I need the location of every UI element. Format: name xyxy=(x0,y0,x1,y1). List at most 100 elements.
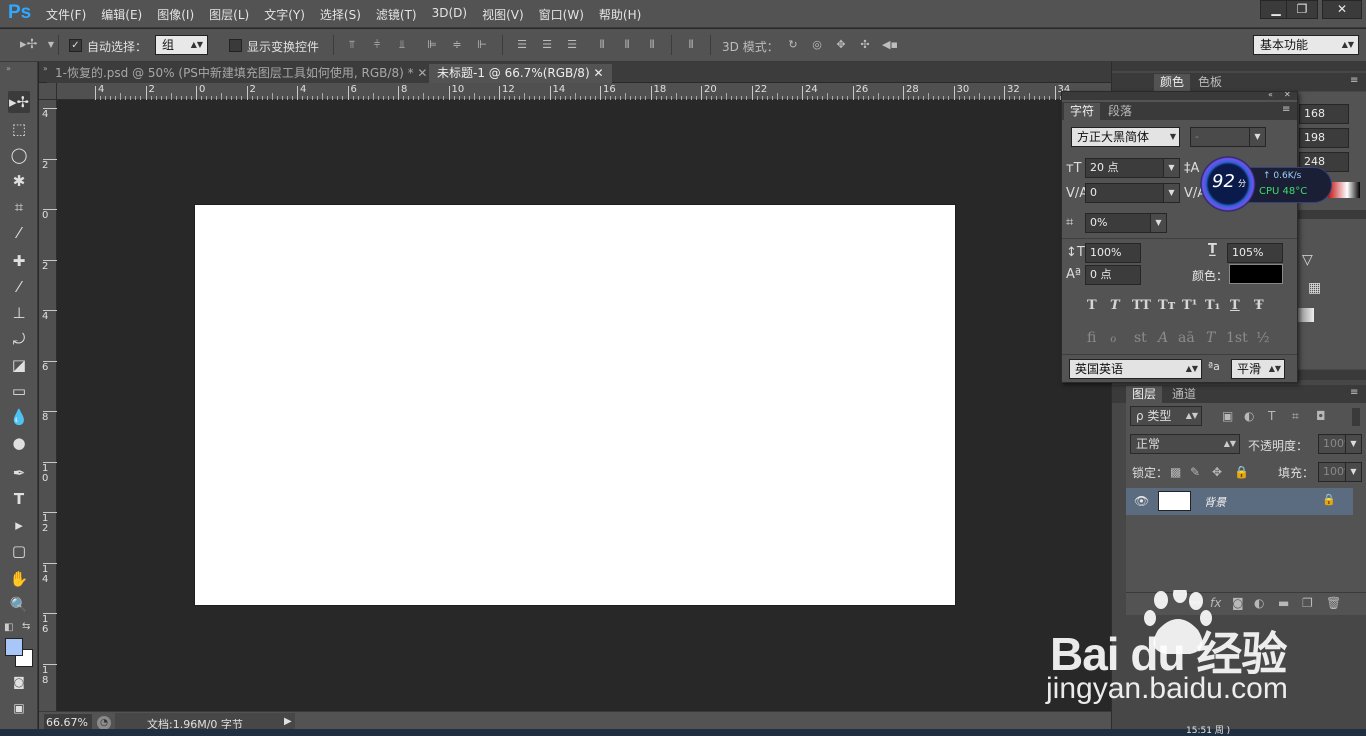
tab-character[interactable]: 字符 xyxy=(1064,103,1101,120)
panel-menu-icon[interactable]: ≡ xyxy=(1350,75,1358,86)
restore-button[interactable]: ❐ xyxy=(1286,0,1318,19)
faux-italic-button[interactable]: T xyxy=(1110,298,1120,313)
status-share-icon[interactable]: ◔ xyxy=(97,716,111,730)
align-right-icon[interactable]: ⊩ xyxy=(475,38,489,52)
pen-tool-icon[interactable]: ✒ xyxy=(8,462,30,484)
font-size-field[interactable]: 20 点 ▼ xyxy=(1085,158,1180,178)
collapse-icon[interactable]: » xyxy=(6,64,11,73)
document-canvas[interactable] xyxy=(195,205,955,605)
color-red-value[interactable]: 168 xyxy=(1299,104,1349,124)
language-dropdown[interactable]: 英国英语 ▲▼ xyxy=(1069,359,1202,379)
menu-filter[interactable]: 滤镜(T) xyxy=(376,6,417,23)
fx-icon[interactable]: fx xyxy=(1210,596,1221,610)
move-tool-preset-icon[interactable]: ▸✢ xyxy=(20,38,37,52)
magic-wand-tool-icon[interactable]: ✱ xyxy=(8,170,30,192)
all-caps-button[interactable]: TT xyxy=(1132,298,1151,313)
font-family-dropdown[interactable]: 方正大黑简体 ▼ xyxy=(1071,127,1180,147)
panel-drag-bar[interactable]: « ✕ xyxy=(1062,90,1297,100)
close-icon[interactable]: ✕ xyxy=(417,66,427,80)
old-style-button[interactable]: ℴ xyxy=(1110,330,1116,346)
blend-mode-dropdown[interactable]: 正常 ▲▼ xyxy=(1130,434,1240,454)
distribute-vcenter-icon[interactable]: ☰ xyxy=(540,38,554,52)
ligatures-button[interactable]: fi xyxy=(1087,330,1096,346)
gradient-tool-icon[interactable]: ▭ xyxy=(8,380,30,402)
auto-select-checkbox[interactable]: ✓ xyxy=(69,39,82,52)
3d-slide-icon[interactable]: ✣ xyxy=(858,38,872,52)
menu-image[interactable]: 图像(I) xyxy=(157,6,194,23)
menu-select[interactable]: 选择(S) xyxy=(320,6,361,23)
layer-name[interactable]: 背景 xyxy=(1204,494,1226,510)
superscript-button[interactable]: T¹ xyxy=(1182,298,1197,313)
crop-tool-icon[interactable]: ⌗ xyxy=(8,196,30,218)
clone-stamp-tool-icon[interactable]: ⊥ xyxy=(8,302,30,324)
foreground-color-swatch[interactable] xyxy=(5,638,23,656)
vertical-scale-field[interactable]: 100% xyxy=(1085,243,1141,263)
titling-alternates-button[interactable]: T xyxy=(1206,330,1215,346)
distribute-left-icon[interactable]: ⫴ xyxy=(595,38,609,52)
default-colors-icon[interactable]: ◧ xyxy=(4,622,13,633)
move-tool-icon[interactable]: ▸✢ xyxy=(8,91,30,113)
filter-smart-object-icon[interactable]: ◘ xyxy=(1316,409,1326,423)
vertical-ruler[interactable]: 4 2 0 2 4 6 8 10 12 14 16 18 xyxy=(39,100,57,711)
link-layers-icon[interactable]: ⚯ xyxy=(1190,596,1200,610)
distribute-bottom-icon[interactable]: ☰ xyxy=(565,38,579,52)
filter-shape-icon[interactable]: ⌗ xyxy=(1292,409,1299,424)
lock-all-icon[interactable]: 🔒 xyxy=(1234,465,1249,479)
panel-menu-icon[interactable]: ≡ xyxy=(1282,104,1290,115)
close-icon[interactable]: ✕ xyxy=(1284,90,1291,99)
tab-recovered-psd[interactable]: 1-恢复的.psd @ 50% (PS中新建填充图层工具如何使用, RGB/8)… xyxy=(47,64,436,83)
menu-window[interactable]: 窗口(W) xyxy=(539,6,584,23)
align-vcenter-icon[interactable]: ⫩ xyxy=(370,38,384,52)
layer-filter-dropdown[interactable]: ρ 类型 ▲▼ xyxy=(1130,406,1202,426)
filter-type-icon[interactable]: T xyxy=(1268,409,1275,423)
distribute-top-icon[interactable]: ☰ xyxy=(515,38,529,52)
subscript-button[interactable]: T₁ xyxy=(1205,298,1220,313)
tab-layers[interactable]: 图层 xyxy=(1126,386,1163,403)
quick-mask-icon[interactable]: ◙ xyxy=(8,671,30,693)
fractions-button[interactable]: ½ xyxy=(1256,330,1270,346)
close-button[interactable]: ✕ xyxy=(1322,0,1362,19)
color-green-value[interactable]: 198 xyxy=(1299,128,1349,148)
3d-pan-icon[interactable]: ✥ xyxy=(834,38,848,52)
show-transform-checkbox[interactable] xyxy=(229,39,242,52)
swash-button[interactable]: A xyxy=(1158,330,1168,346)
align-bottom-icon[interactable]: ⫫ xyxy=(395,38,409,52)
filter-pixel-icon[interactable]: ▣ xyxy=(1222,409,1233,423)
align-top-icon[interactable]: ⫪ xyxy=(345,38,359,52)
new-adjustment-icon[interactable]: ◐ xyxy=(1254,596,1264,610)
lock-transparency-icon[interactable]: ▩ xyxy=(1170,465,1181,479)
3d-scale-icon[interactable]: ◀▪ xyxy=(882,38,898,52)
eyedropper-tool-icon[interactable]: ⁄ xyxy=(8,222,30,244)
discretionary-ligatures-button[interactable]: st xyxy=(1134,330,1147,346)
delete-layer-icon[interactable]: 🗑 xyxy=(1326,596,1341,610)
tab-channels[interactable]: 通道 xyxy=(1166,386,1202,403)
layer-row-background[interactable]: 👁 背景 🔒 xyxy=(1126,488,1353,515)
zoom-tool-icon[interactable]: 🔍 xyxy=(8,594,30,616)
chevron-down-icon[interactable]: ▼ xyxy=(44,38,58,52)
rectangle-tool-icon[interactable]: ▢ xyxy=(8,540,30,562)
dodge-tool-icon[interactable]: ● xyxy=(8,432,30,454)
add-mask-icon[interactable]: ◙ xyxy=(1232,596,1244,610)
3d-roll-icon[interactable]: ◎ xyxy=(810,38,824,52)
stylistic-alternates-button[interactable]: aā xyxy=(1178,330,1195,346)
cpu-monitor-widget[interactable]: ↑ 0.6K/s CPU 48°C 92 分 xyxy=(1198,154,1334,214)
menu-3d[interactable]: 3D(D) xyxy=(432,6,467,23)
tab-untitled-1[interactable]: 未标题-1 @ 66.7%(RGB/8) ✕ xyxy=(429,64,612,83)
screen-mode-icon[interactable]: ▣ xyxy=(8,697,30,719)
opacity-field[interactable]: 100% ▼ xyxy=(1318,434,1362,454)
antialias-dropdown[interactable]: 平滑 ▲▼ xyxy=(1231,359,1285,379)
strikethrough-button[interactable]: Ŧ xyxy=(1254,298,1264,313)
menu-edit[interactable]: 编辑(E) xyxy=(101,6,142,23)
lock-position-icon[interactable]: ✥ xyxy=(1212,465,1222,479)
menu-view[interactable]: 视图(V) xyxy=(482,6,524,23)
underline-button[interactable]: T xyxy=(1230,298,1240,313)
panel-menu-icon[interactable]: ≡ xyxy=(1350,387,1358,398)
marquee-tool-icon[interactable]: ⬚ xyxy=(8,118,30,140)
status-menu-arrow-icon[interactable]: ▶ xyxy=(284,716,292,727)
align-left-icon[interactable]: ⊫ xyxy=(425,38,439,52)
close-icon[interactable]: ✕ xyxy=(593,66,603,80)
ruler-origin[interactable] xyxy=(39,83,57,100)
workspace-dropdown[interactable]: 基本功能 ▲▼ xyxy=(1253,35,1359,55)
menu-file[interactable]: 文件(F) xyxy=(46,6,86,23)
eraser-tool-icon[interactable]: ◪ xyxy=(8,354,30,376)
